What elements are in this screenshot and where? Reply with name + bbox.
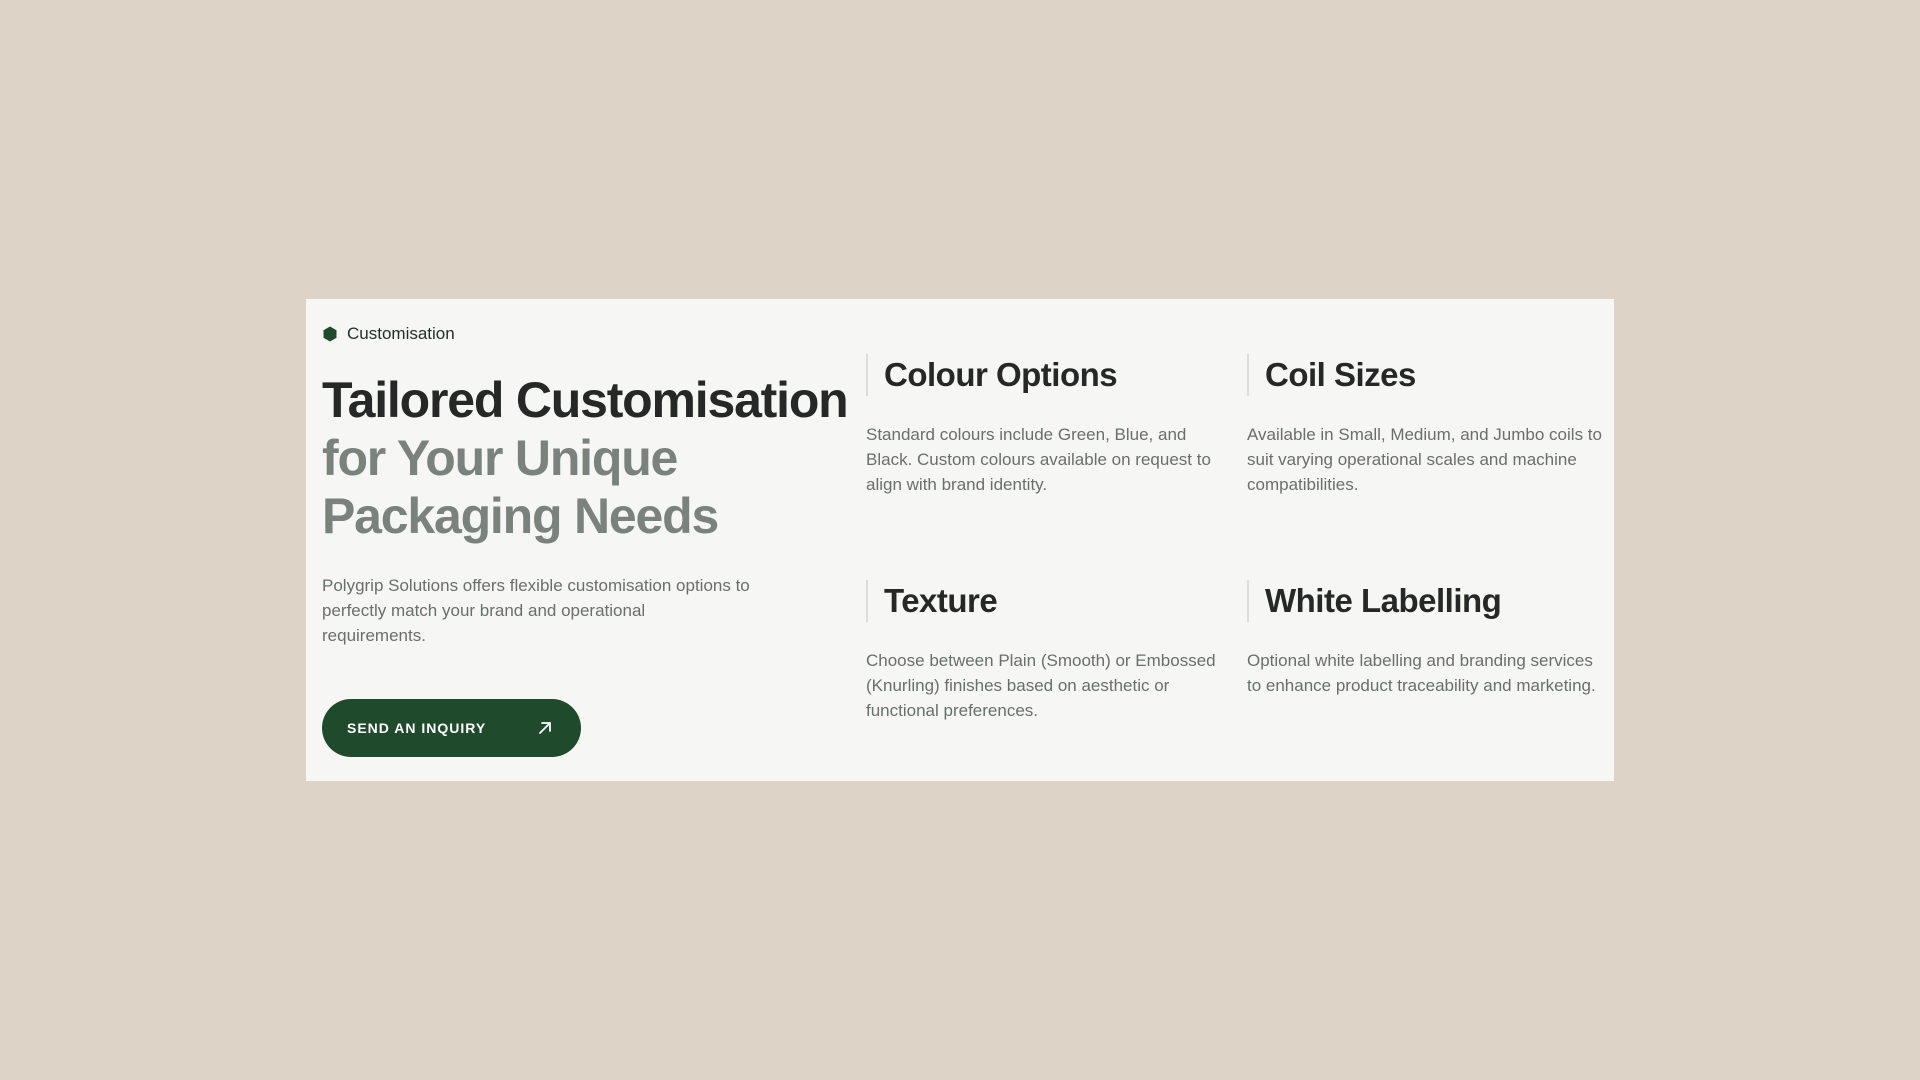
eyebrow-label: Customisation: [347, 324, 455, 343]
feature-description: Optional white labelling and branding se…: [1247, 651, 1596, 695]
feature-description: Available in Small, Medium, and Jumbo co…: [1247, 425, 1602, 494]
arrow-up-right-icon: [539, 722, 551, 734]
hexagon-icon: [323, 326, 337, 342]
page-title: Tailored Customisation for Your Unique P…: [322, 371, 882, 545]
feature-title: Colour Options: [884, 356, 1118, 393]
feature-white-labelling: White Labelling Optional white labelling…: [1247, 580, 1603, 698]
feature-colour-options: Colour Options Standard colours include …: [866, 354, 1222, 497]
feature-texture: Texture Choose between Plain (Smooth) or…: [866, 580, 1222, 723]
send-inquiry-label: SEND AN INQUIRY: [347, 720, 487, 736]
feature-title-wrap: Coil Sizes: [1247, 354, 1603, 396]
headline-line-2: for Your Unique: [322, 430, 678, 486]
feature-title: Coil Sizes: [1265, 356, 1416, 393]
feature-title: White Labelling: [1265, 582, 1502, 619]
headline-line-3: Packaging Needs: [322, 488, 719, 544]
feature-coil-sizes: Coil Sizes Available in Small, Medium, a…: [1247, 354, 1603, 497]
customisation-card: Customisation Tailored Customisation for…: [306, 299, 1614, 781]
feature-description: Standard colours include Green, Blue, an…: [866, 425, 1211, 494]
feature-title-wrap: Texture: [866, 580, 1222, 622]
section-eyebrow: Customisation: [322, 324, 455, 344]
intro-text: Polygrip Solutions offers flexible custo…: [322, 576, 750, 645]
send-inquiry-button[interactable]: SEND AN INQUIRY: [322, 699, 581, 757]
feature-title: Texture: [884, 582, 998, 619]
feature-description: Choose between Plain (Smooth) or Embosse…: [866, 651, 1216, 720]
feature-title-wrap: Colour Options: [866, 354, 1222, 396]
headline-line-1: Tailored Customisation: [322, 372, 849, 428]
feature-title-wrap: White Labelling: [1247, 580, 1603, 622]
intro-column: Customisation Tailored Customisation for…: [322, 299, 882, 781]
